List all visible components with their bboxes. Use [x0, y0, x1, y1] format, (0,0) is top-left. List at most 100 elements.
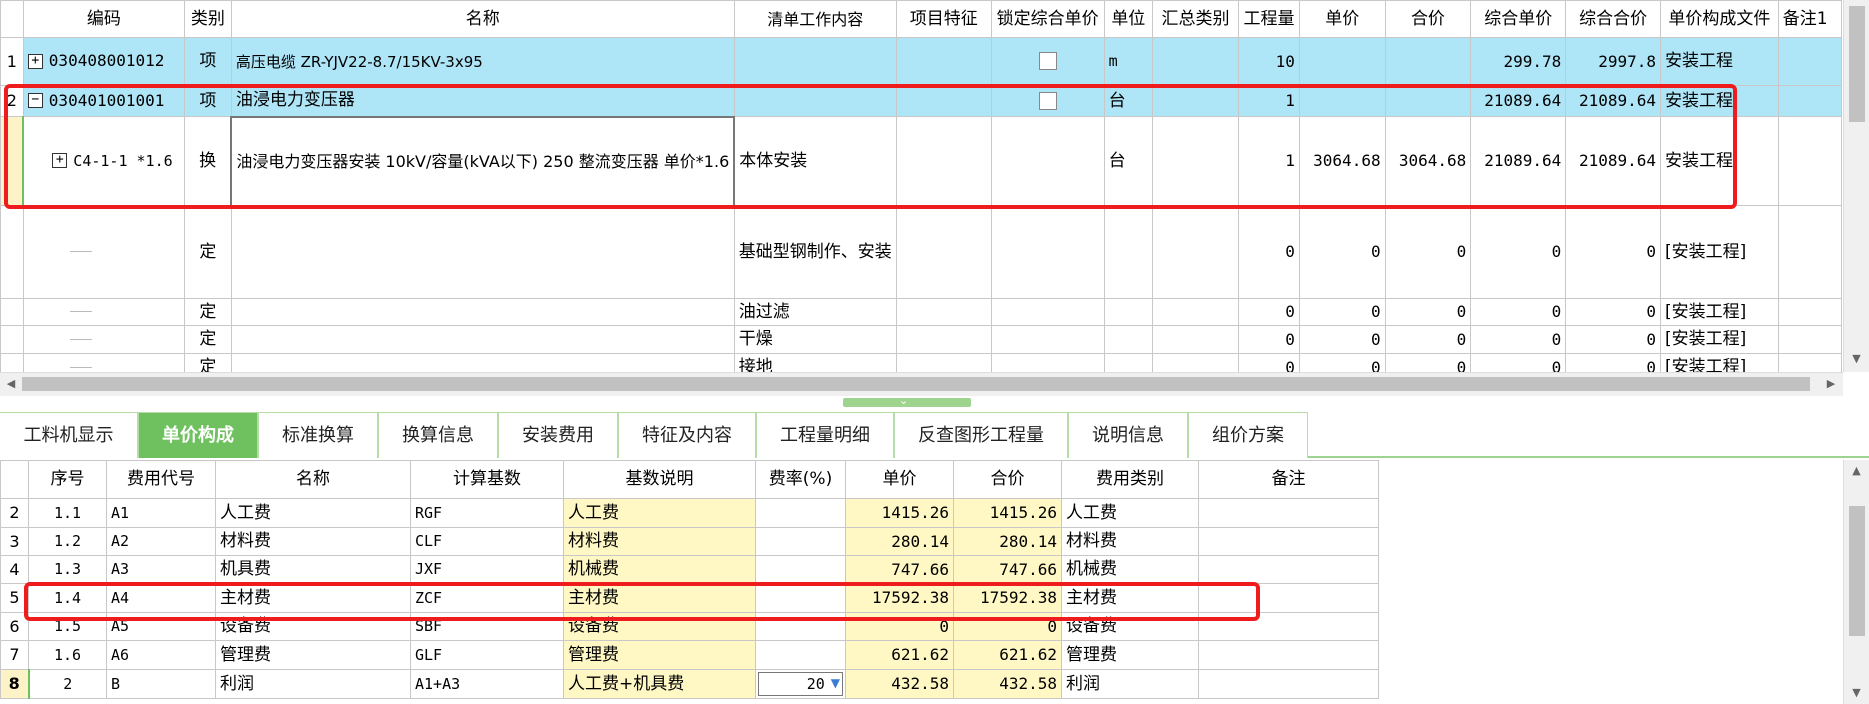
summary-cell[interactable]	[1151, 298, 1240, 326]
rate-cell[interactable]: 20 ▼	[755, 669, 846, 699]
col-header-comp-price[interactable]: 综合单价	[1470, 0, 1567, 38]
base-desc-cell[interactable]: 人工费	[563, 498, 756, 528]
col-header-comp-total[interactable]: 综合合价	[1565, 0, 1662, 38]
calc-base-cell[interactable]: A1+A3	[410, 669, 564, 699]
seq-cell[interactable]: 1.5	[28, 612, 107, 641]
note-cell[interactable]	[1198, 583, 1379, 613]
tab-unit-price-composition[interactable]: 单价构成	[138, 412, 258, 458]
total-cell[interactable]: 0	[1384, 353, 1472, 372]
type-cell[interactable]: 项	[183, 37, 232, 86]
col-header-lock-price[interactable]: 锁定综合单价	[990, 0, 1105, 38]
feature-cell[interactable]	[895, 325, 992, 354]
lock-checkbox[interactable]	[1038, 52, 1057, 71]
tab-quantity-details[interactable]: 工程量明细	[756, 412, 894, 458]
rate-cell[interactable]	[755, 555, 846, 584]
col-header-base-desc[interactable]: 基数说明	[563, 460, 756, 499]
name-cell[interactable]: 主材费	[215, 583, 411, 613]
row-number[interactable]: 7	[0, 640, 29, 670]
note-cell[interactable]	[1777, 298, 1842, 326]
total-cell[interactable]: 280.14	[953, 527, 1062, 556]
col-header-name[interactable]: 名称	[230, 0, 735, 38]
note-cell[interactable]	[1198, 555, 1379, 584]
price-file-cell[interactable]: [安装工程]	[1660, 205, 1779, 299]
category-cell[interactable]: 设备费	[1061, 612, 1199, 641]
tab-pricing-scheme[interactable]: 组价方案	[1188, 412, 1308, 458]
name-cell[interactable]: 设备费	[215, 612, 411, 641]
total-cell[interactable]: 0	[1384, 325, 1472, 354]
category-cell[interactable]: 主材费	[1061, 583, 1199, 613]
price-cell[interactable]	[1298, 37, 1386, 86]
scroll-down-arrow-icon[interactable]: ▼	[1844, 686, 1869, 699]
summary-cell[interactable]	[1151, 37, 1240, 86]
type-cell[interactable]: 定	[183, 325, 232, 354]
row-number[interactable]: 5	[0, 583, 29, 613]
seq-cell[interactable]: 1.2	[28, 527, 107, 556]
unit-price-cell[interactable]: 1415.26	[845, 498, 954, 528]
total-cell[interactable]: 432.58	[953, 669, 1062, 699]
col-header-rate[interactable]: 费率(%)	[755, 460, 846, 499]
note-cell[interactable]	[1198, 669, 1379, 699]
seq-cell[interactable]: 1.1	[28, 498, 107, 528]
col-header-work-content[interactable]: 清单工作内容	[733, 0, 897, 38]
lock-price-cell[interactable]	[990, 116, 1105, 206]
scroll-up-arrow-icon[interactable]: ▲	[1844, 464, 1869, 477]
col-header-unit-price[interactable]: 单价	[1298, 0, 1386, 38]
note-cell[interactable]	[1777, 37, 1842, 86]
fee-code-cell[interactable]: A2	[106, 527, 216, 556]
note-cell[interactable]	[1777, 205, 1842, 299]
col-header-note[interactable]: 备注	[1198, 460, 1379, 499]
dropdown-arrow-icon[interactable]: ▼	[831, 677, 840, 690]
comp-price-cell[interactable]: 0	[1470, 205, 1567, 299]
rate-dropdown[interactable]: 20 ▼	[758, 672, 843, 696]
unit-price-cell[interactable]: 621.62	[845, 640, 954, 670]
total-cell[interactable]: 621.62	[953, 640, 1062, 670]
calc-base-cell[interactable]: RGF	[410, 498, 564, 528]
total-cell[interactable]: 0	[1384, 205, 1472, 299]
price-cell[interactable]: 0	[1298, 325, 1386, 354]
price-cell[interactable]: 0	[1298, 353, 1386, 372]
type-cell[interactable]: 定	[183, 298, 232, 326]
price-file-cell[interactable]: [安装工程]	[1660, 325, 1779, 354]
table-row[interactable]: 7 1.6 A6 管理费 GLF 管理费 621.62 621.62 管理费	[0, 640, 1379, 670]
work-cell[interactable]	[733, 85, 897, 117]
code-cell[interactable]	[22, 353, 185, 372]
rate-cell[interactable]	[755, 583, 846, 613]
calc-base-cell[interactable]: JXF	[410, 555, 564, 584]
type-cell[interactable]: 定	[183, 205, 232, 299]
scrollbar-thumb[interactable]	[1849, 506, 1865, 636]
rate-cell[interactable]	[755, 640, 846, 670]
note-cell[interactable]	[1777, 116, 1842, 206]
col-header-total[interactable]: 合价	[953, 460, 1062, 499]
base-desc-cell[interactable]: 管理费	[563, 640, 756, 670]
unit-price-cell[interactable]: 17592.38	[845, 583, 954, 613]
row-number[interactable]: 4	[0, 555, 29, 584]
col-header-total[interactable]: 合价	[1384, 0, 1472, 38]
work-cell[interactable]: 油过滤	[733, 298, 897, 326]
name-cell[interactable]: 材料费	[215, 527, 411, 556]
col-header-feature[interactable]: 项目特征	[895, 0, 992, 38]
name-cell[interactable]	[230, 353, 735, 372]
unit-price-cell[interactable]: 747.66	[845, 555, 954, 584]
name-cell[interactable]: 人工费	[215, 498, 411, 528]
col-header-price-file[interactable]: 单价构成文件	[1660, 0, 1779, 38]
rate-cell[interactable]	[755, 612, 846, 641]
table-row[interactable]: + C4-1-1 *1.6 换 油浸电力变压器安装 10kV/容量(kVA以下) …	[0, 115, 1842, 207]
qty-cell[interactable]: 1	[1238, 116, 1300, 206]
name-cell[interactable]: 利润	[215, 669, 411, 699]
total-cell[interactable]: 3064.68	[1384, 116, 1472, 206]
row-number[interactable]: 2	[0, 498, 29, 528]
price-cell[interactable]: 0	[1298, 298, 1386, 326]
scroll-down-arrow-icon[interactable]: ▼	[1844, 352, 1869, 365]
lock-checkbox[interactable]	[1038, 91, 1057, 110]
comp-price-cell[interactable]: 299.78	[1470, 37, 1567, 86]
comp-total-cell[interactable]: 2997.8	[1565, 37, 1662, 86]
category-cell[interactable]: 利润	[1061, 669, 1199, 699]
rate-cell[interactable]	[755, 527, 846, 556]
lock-price-cell[interactable]	[990, 353, 1105, 372]
feature-cell[interactable]	[895, 85, 992, 117]
name-cell[interactable]	[230, 205, 735, 299]
base-desc-cell[interactable]: 材料费	[563, 527, 756, 556]
name-cell[interactable]: 油浸电力变压器安装 10kV/容量(kVA以下) 250 整流变压器 单价*1.…	[230, 115, 736, 207]
col-header-calc-base[interactable]: 计算基数	[410, 460, 564, 499]
expand-icon[interactable]: +	[27, 53, 43, 69]
